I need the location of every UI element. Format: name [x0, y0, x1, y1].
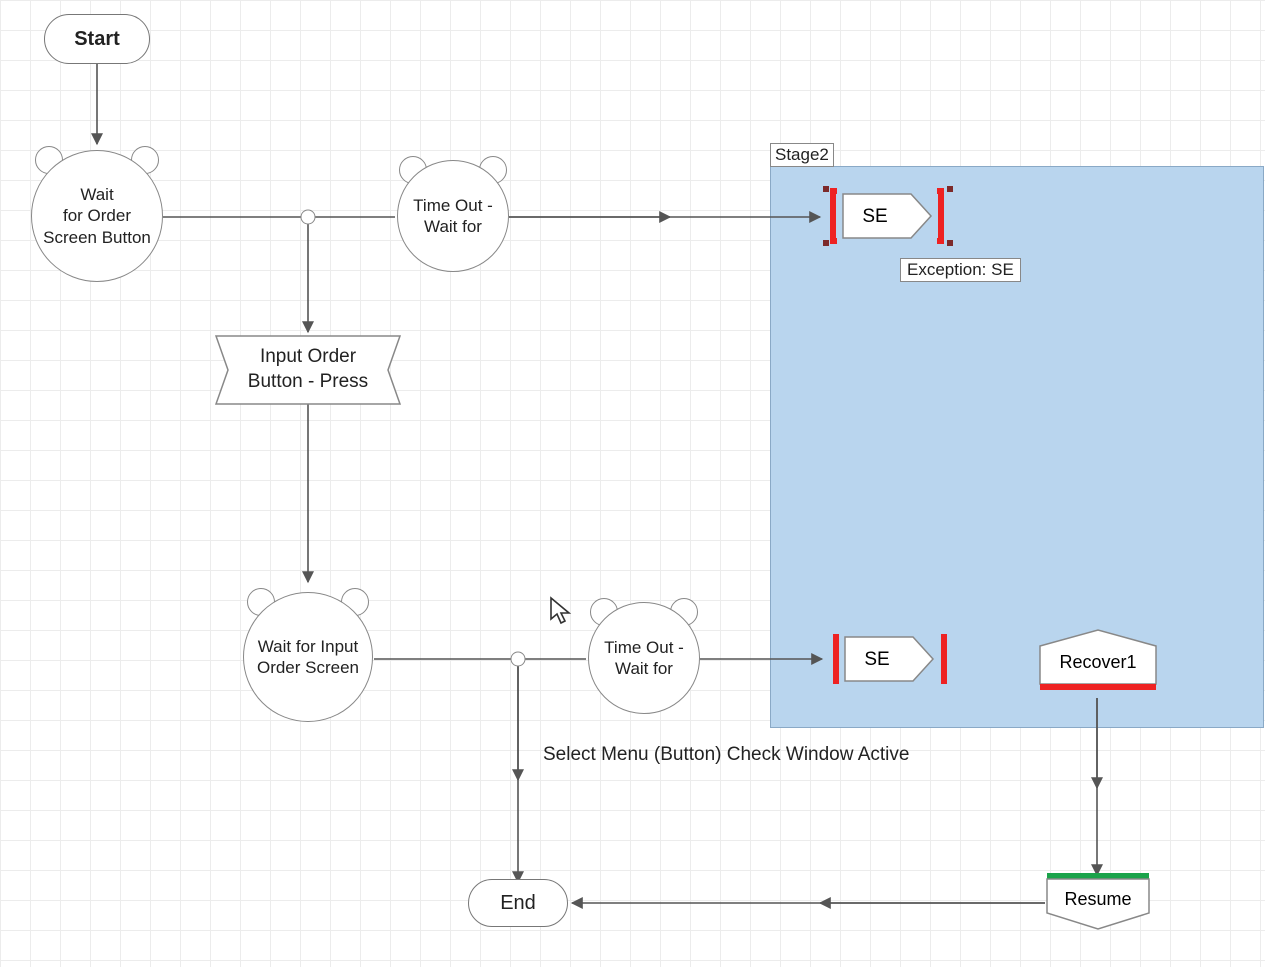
- svg-text:SE: SE: [862, 206, 887, 227]
- diagram-canvas[interactable]: Stage2: [0, 0, 1265, 967]
- junction-dot: [511, 652, 526, 667]
- end-node[interactable]: End: [468, 879, 568, 927]
- action-input-order-press[interactable]: Input Order Button - Press: [215, 335, 401, 405]
- action-wait-input-order[interactable]: Wait for Input Order Screen: [243, 592, 373, 722]
- action-label: Time Out - Wait for: [604, 637, 684, 680]
- action-timeout-1[interactable]: Time Out - Wait for: [397, 160, 509, 272]
- svg-text:Resume: Resume: [1064, 889, 1131, 909]
- svg-text:Recover1: Recover1: [1059, 652, 1136, 672]
- action-wait-order-button[interactable]: Wait for Order Screen Button: [31, 150, 163, 282]
- exception-se-2[interactable]: SE: [825, 629, 955, 694]
- action-timeout-2[interactable]: Time Out - Wait for: [588, 602, 700, 714]
- annotation-label: Select Menu (Button) Check Window Active: [543, 744, 909, 766]
- end-label: End: [500, 891, 536, 915]
- connectors: [0, 0, 1265, 967]
- resume-node[interactable]: Resume: [1045, 873, 1151, 936]
- start-label: Start: [74, 27, 120, 51]
- recover-node[interactable]: Recover1: [1038, 628, 1158, 703]
- action-label: Wait for Order Screen Button: [43, 184, 151, 248]
- exception-tooltip: Exception: SE: [900, 258, 1021, 282]
- action-label: Input Order Button - Press: [248, 345, 368, 394]
- junction-dot: [301, 210, 316, 225]
- start-node[interactable]: Start: [44, 14, 150, 64]
- svg-text:SE: SE: [864, 649, 889, 670]
- exception-se-1[interactable]: SE: [823, 186, 953, 251]
- action-label: Wait for Input Order Screen: [257, 636, 359, 679]
- action-label: Time Out - Wait for: [413, 195, 493, 238]
